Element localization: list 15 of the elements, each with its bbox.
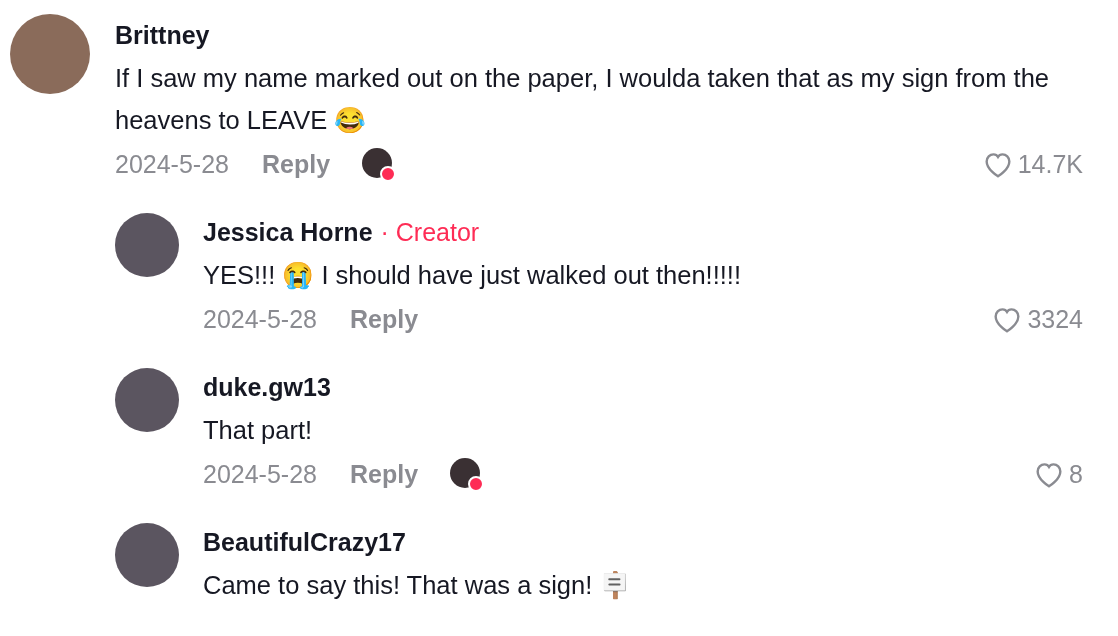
username[interactable]: duke.gw13 (203, 368, 331, 406)
comment-text: That part! (203, 415, 314, 446)
username[interactable]: Jessica Horne (203, 213, 373, 251)
comment-text: If I saw my name marked out on the paper, I woulda taken that as my sign from the heavens to LEAVE 😂 (115, 63, 1051, 136)
creator-label: · Creator (380, 217, 480, 248)
comment-text: YES!!! 😭 I should have just walked out then!!!!! (203, 260, 743, 292)
comment-date: 2024-5-28 (203, 304, 317, 336)
like-count: 14.7K (1017, 149, 1083, 181)
comment-date: 2024-5-28 (203, 459, 317, 491)
username[interactable]: Brittney (115, 16, 210, 54)
like-count: 8 (1069, 459, 1083, 491)
username[interactable]: BeautifulCrazy17 (203, 523, 406, 561)
comment-date: 2024-5-28 (115, 149, 229, 181)
comment-text: Came to say this! That was a sign! 🪧 (203, 570, 633, 602)
like-count: 3324 (1027, 304, 1083, 336)
